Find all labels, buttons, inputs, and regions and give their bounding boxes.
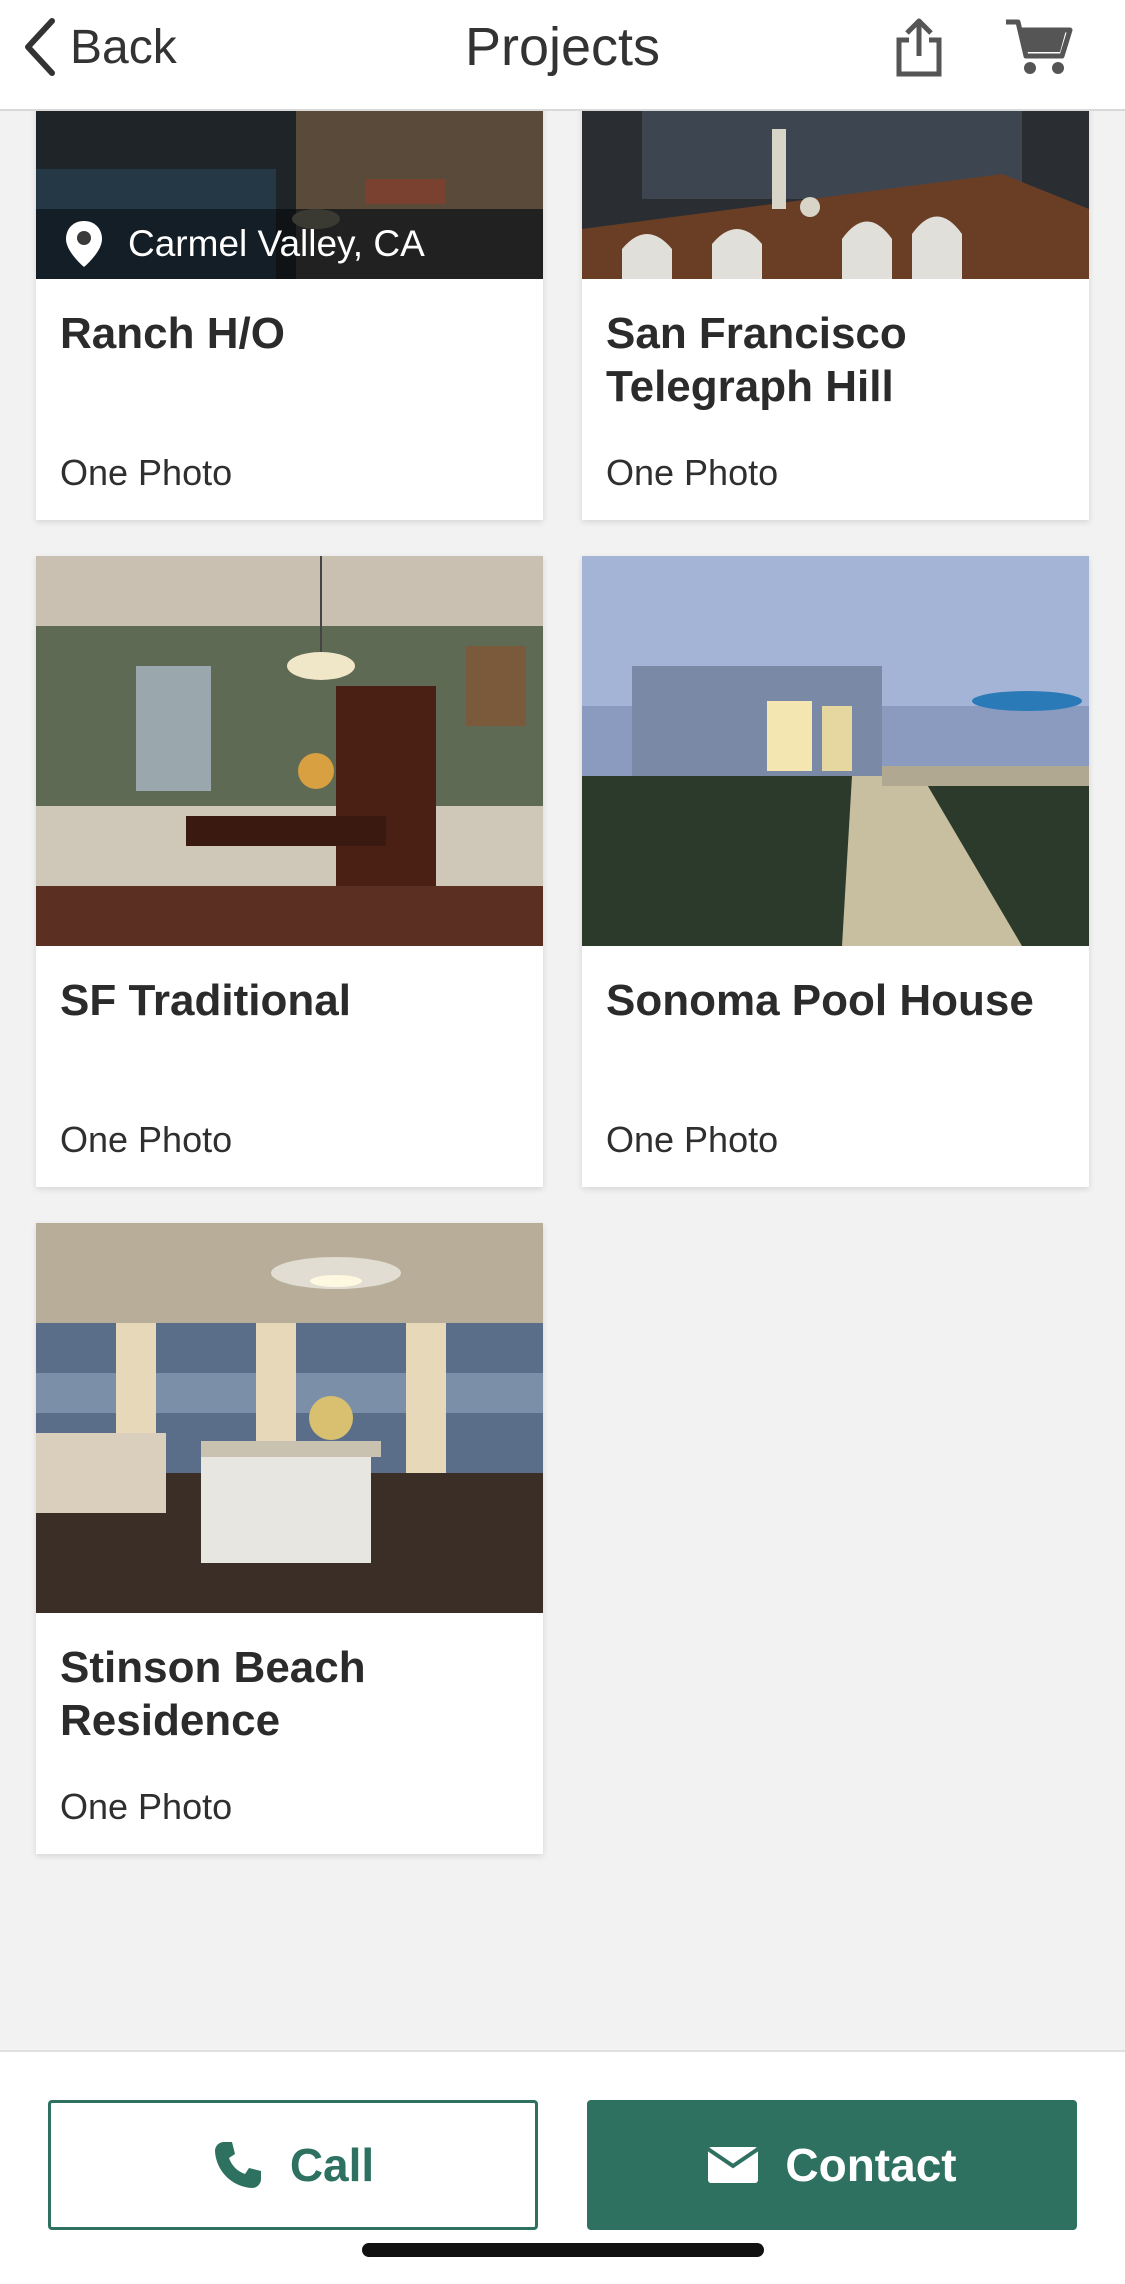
photo-count: One Photo xyxy=(606,1119,779,1160)
project-photo xyxy=(582,111,1089,279)
contact-button[interactable]: Contact xyxy=(587,2100,1077,2230)
home-indicator[interactable] xyxy=(362,2243,764,2257)
envelope-icon xyxy=(707,2147,760,2183)
call-label: Call xyxy=(289,2139,375,2191)
project-photo xyxy=(36,1223,543,1613)
project-name: Ranch H/O xyxy=(60,309,285,358)
cart-button[interactable] xyxy=(999,12,1079,82)
project-photo xyxy=(582,556,1089,946)
project-grid: Carmel Valley, CA Ranch H/O One Photo Sa… xyxy=(0,111,1125,2050)
share-button[interactable] xyxy=(879,12,959,82)
back-label: Back xyxy=(70,20,177,74)
project-card-sf-traditional[interactable]: SF Traditional One Photo xyxy=(36,556,543,1187)
photo-count: One Photo xyxy=(606,452,779,493)
cart-icon xyxy=(1006,19,1073,74)
location-pin-icon xyxy=(66,221,102,267)
project-photo xyxy=(36,556,543,946)
project-card-ranch-ho[interactable]: Carmel Valley, CA Ranch H/O One Photo xyxy=(36,111,543,520)
photo-count: One Photo xyxy=(60,452,233,493)
location-bar: Carmel Valley, CA xyxy=(36,209,543,279)
photo-count: One Photo xyxy=(60,1786,233,1827)
top-nav-bar: Back Projects xyxy=(0,0,1125,111)
project-name: Stinson Beach Residence xyxy=(60,1643,366,1745)
share-icon xyxy=(896,18,942,77)
photo-count: One Photo xyxy=(60,1119,233,1160)
project-name: Sonoma Pool House xyxy=(606,976,1034,1025)
contact-label: Contact xyxy=(785,2139,957,2191)
call-button[interactable]: Call xyxy=(48,2100,538,2230)
project-card-sonoma-pool-house[interactable]: Sonoma Pool House One Photo xyxy=(582,556,1089,1187)
back-button[interactable]: Back xyxy=(22,12,177,82)
project-photo: Carmel Valley, CA xyxy=(36,111,543,279)
location-text: Carmel Valley, CA xyxy=(128,223,425,264)
project-name: SF Traditional xyxy=(60,976,351,1025)
chevron-left-icon xyxy=(25,18,55,76)
project-card-telegraph-hill[interactable]: San Francisco Telegraph Hill One Photo xyxy=(582,111,1089,520)
project-name: San Francisco Telegraph Hill xyxy=(606,309,907,411)
phone-icon xyxy=(214,2142,261,2188)
project-card-stinson-beach[interactable]: Stinson Beach Residence One Photo xyxy=(36,1223,543,1854)
